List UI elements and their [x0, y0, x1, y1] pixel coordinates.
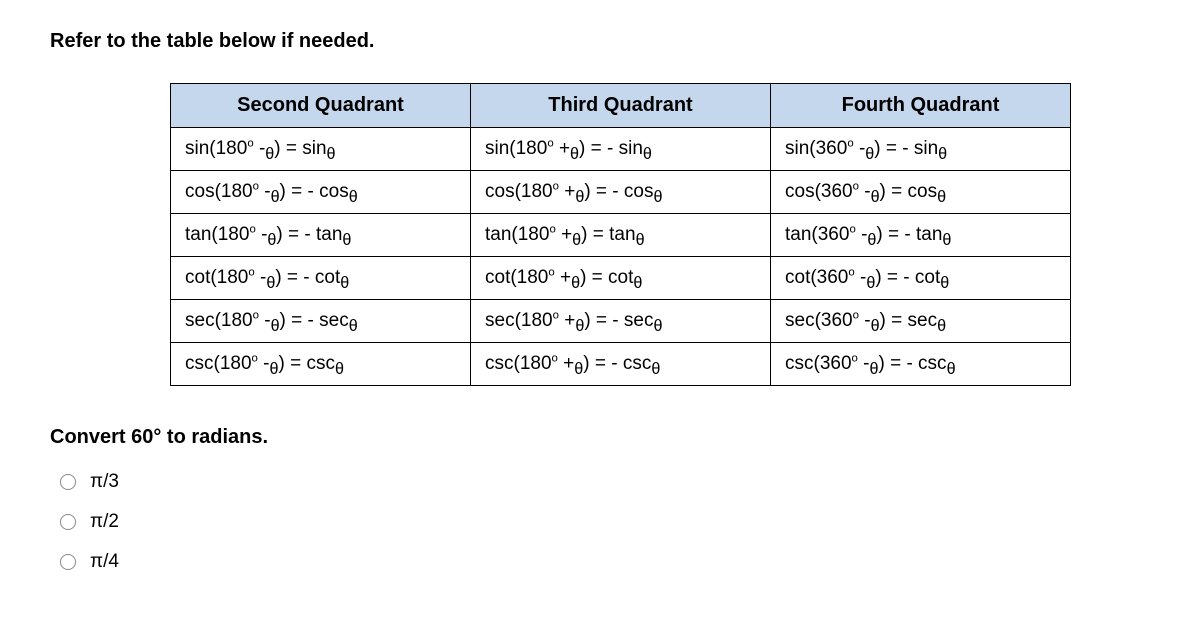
formula-cell: cot(180o +θ) = cotθ	[471, 257, 771, 300]
header-third-quadrant: Third Quadrant	[471, 84, 771, 128]
formula-cell: tan(180o +θ) = tanθ	[471, 214, 771, 257]
table-row: cot(180o -θ) = - cotθcot(180o +θ) = cotθ…	[171, 257, 1071, 300]
table-row: csc(180o -θ) = cscθcsc(180o +θ) = - cscθ…	[171, 343, 1071, 386]
option-2[interactable]: π/4	[60, 551, 1150, 573]
options-group: π/3 π/2 π/4	[60, 471, 1150, 573]
table-row: sin(180o -θ) = sinθsin(180o +θ) = - sinθ…	[171, 128, 1071, 171]
intro-text: Refer to the table below if needed.	[50, 30, 1150, 53]
formula-cell: cos(180o +θ) = - cosθ	[471, 171, 771, 214]
radio-icon[interactable]	[60, 554, 76, 570]
formula-cell: tan(180o -θ) = - tanθ	[171, 214, 471, 257]
formula-cell: cot(360o -θ) = - cotθ	[771, 257, 1071, 300]
header-fourth-quadrant: Fourth Quadrant	[771, 84, 1071, 128]
option-1[interactable]: π/2	[60, 511, 1150, 533]
formula-cell: csc(180o +θ) = - cscθ	[471, 343, 771, 386]
formula-cell: tan(360o -θ) = - tanθ	[771, 214, 1071, 257]
formula-cell: sec(180o -θ) = - secθ	[171, 300, 471, 343]
formula-cell: sin(360o -θ) = - sinθ	[771, 128, 1071, 171]
table-row: tan(180o -θ) = - tanθtan(180o +θ) = tanθ…	[171, 214, 1071, 257]
formula-cell: csc(180o -θ) = cscθ	[171, 343, 471, 386]
formula-cell: sec(360o -θ) = secθ	[771, 300, 1071, 343]
formula-cell: cos(360o -θ) = cosθ	[771, 171, 1071, 214]
option-label: π/3	[90, 471, 119, 493]
radio-icon[interactable]	[60, 474, 76, 490]
question-text: Convert 60° to radians.	[50, 426, 1150, 449]
formula-cell: sin(180o +θ) = - sinθ	[471, 128, 771, 171]
identities-table: Second Quadrant Third Quadrant Fourth Qu…	[170, 83, 1071, 386]
formula-cell: sec(180o +θ) = - secθ	[471, 300, 771, 343]
formula-cell: cos(180o -θ) = - cosθ	[171, 171, 471, 214]
formula-cell: csc(360o -θ) = - cscθ	[771, 343, 1071, 386]
formula-cell: sin(180o -θ) = sinθ	[171, 128, 471, 171]
option-label: π/2	[90, 511, 119, 533]
formula-cell: cot(180o -θ) = - cotθ	[171, 257, 471, 300]
table-row: cos(180o -θ) = - cosθcos(180o +θ) = - co…	[171, 171, 1071, 214]
option-0[interactable]: π/3	[60, 471, 1150, 493]
radio-icon[interactable]	[60, 514, 76, 530]
table-row: sec(180o -θ) = - secθsec(180o +θ) = - se…	[171, 300, 1071, 343]
option-label: π/4	[90, 551, 119, 573]
header-second-quadrant: Second Quadrant	[171, 84, 471, 128]
